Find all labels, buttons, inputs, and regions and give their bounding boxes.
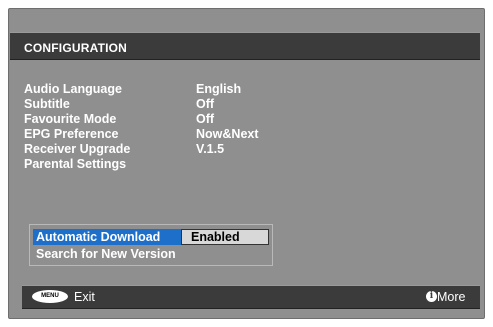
title-bar: CONFIGURATION xyxy=(10,32,480,60)
search-new-version-option[interactable]: Search for New Version xyxy=(36,247,176,262)
menu-item-value: English xyxy=(196,82,242,96)
menu-item-parental-settings[interactable]: Parental Settings xyxy=(24,157,284,172)
menu-item-value: V.1.5 xyxy=(196,142,225,156)
menu-item-label: EPG Preference xyxy=(24,127,119,141)
footer-bar: MENU Exit i More xyxy=(22,285,480,309)
menu-item-value: Off xyxy=(196,97,215,111)
info-icon[interactable]: i xyxy=(426,291,437,302)
menu-item-subtitle[interactable]: Subtitle Off xyxy=(24,97,284,112)
menu-remote-key-icon[interactable]: MENU xyxy=(32,290,68,303)
menu-item-value: Off xyxy=(196,112,215,126)
menu-item-value: Now&Next xyxy=(196,127,259,141)
menu-item-favourite-mode[interactable]: Favourite Mode Off xyxy=(24,112,284,127)
automatic-download-value[interactable]: Enabled xyxy=(181,229,269,245)
menu-item-label: Audio Language xyxy=(24,82,122,96)
menu-item-label: Favourite Mode xyxy=(24,112,117,126)
exit-label: Exit xyxy=(74,290,95,304)
automatic-download-row[interactable]: Automatic Download Enabled xyxy=(33,229,269,245)
more-label: More xyxy=(437,290,466,304)
menu-item-receiver-upgrade[interactable]: Receiver Upgrade V.1.5 xyxy=(24,142,284,157)
receiver-upgrade-panel: Automatic Download Enabled Search for Ne… xyxy=(29,224,273,266)
menu-item-audio-language[interactable]: Audio Language English xyxy=(24,82,284,97)
settings-menu: Audio Language English Subtitle Off Favo… xyxy=(24,82,284,172)
menu-item-label: Subtitle xyxy=(24,97,70,111)
menu-item-epg-preference[interactable]: EPG Preference Now&Next xyxy=(24,127,284,142)
page-title: CONFIGURATION xyxy=(24,41,128,55)
automatic-download-option[interactable]: Automatic Download xyxy=(33,229,181,245)
menu-item-label: Receiver Upgrade xyxy=(24,142,131,156)
menu-item-label: Parental Settings xyxy=(24,157,127,171)
